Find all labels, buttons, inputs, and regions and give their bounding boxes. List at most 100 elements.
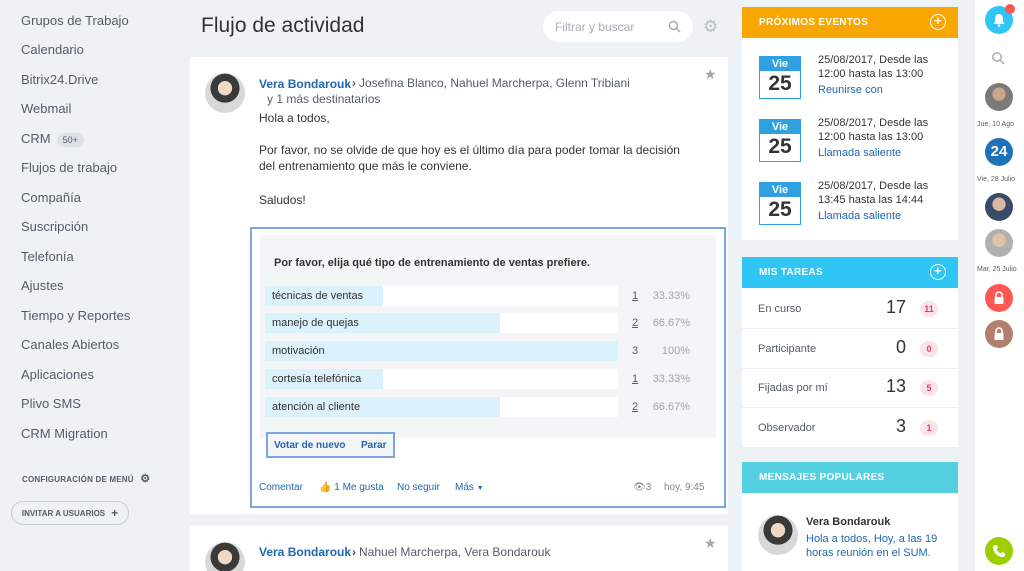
like-button[interactable]: 👍 1 Me gusta: [319, 482, 384, 493]
menu-item-webmail[interactable]: Webmail: [21, 101, 71, 116]
recipients-list: Josefina Blanco, Nahuel Marcherpa, Glenn…: [359, 76, 630, 90]
task-row[interactable]: Fijadas por mí 13 5: [742, 369, 958, 408]
task-counter-badge[interactable]: 0: [920, 340, 938, 357]
task-label: Fijadas por mí: [758, 382, 828, 394]
event-weekday: Vie: [760, 183, 800, 197]
tasks-panel: MIS TAREAS + En curso 17 11 Participante 0 0 Fi…: [742, 257, 958, 448]
poll-option-count[interactable]: 3: [632, 345, 638, 357]
post-recipients-2[interactable]: › Nahuel Marcherpa, Vera Bondarouk: [352, 545, 550, 559]
popular-header: MENSAJES POPULARES: [742, 462, 958, 493]
poll-option-count[interactable]: 2: [632, 401, 638, 413]
post-author[interactable]: Vera Bondarouk: [259, 77, 351, 91]
contact-avatar-1[interactable]: [985, 83, 1013, 111]
views-counter: 👁3: [633, 482, 651, 493]
task-count: 13: [885, 376, 906, 396]
poll-option-4[interactable]: cortesía telefónica: [265, 369, 618, 389]
popular-author[interactable]: Vera Bondarouk: [806, 516, 890, 528]
strip-date-2: Vie, 28 Julio: [977, 176, 1016, 183]
post-card: Vera Bondarouk › Josefina Blanco, Nahuel …: [190, 57, 728, 514]
comment-link[interactable]: Comentar: [259, 482, 303, 493]
menu-item-crm-migration[interactable]: CRM Migration: [21, 426, 108, 441]
popular-message[interactable]: Hola a todos, Hoy, a las 19 horas reunió…: [806, 532, 946, 560]
post-closing: Saludos!: [259, 193, 306, 207]
poll-option-1[interactable]: técnicas de ventas: [265, 286, 618, 306]
calendar-24-icon[interactable]: 24: [985, 138, 1013, 166]
contact-avatar-3[interactable]: [985, 229, 1013, 257]
poll-option-5[interactable]: atención al cliente: [265, 397, 618, 417]
event-time: 25/08/2017, Desde las 12:00 hasta las 13…: [818, 117, 929, 143]
more-label: Más: [455, 482, 474, 493]
menu-item-compania[interactable]: Compañía: [21, 190, 81, 205]
author-avatar-2[interactable]: [205, 542, 245, 571]
poll-option-count[interactable]: 1: [632, 290, 638, 302]
poll-option-2[interactable]: manejo de quejas: [265, 313, 618, 333]
poll-option-count[interactable]: 1: [632, 373, 638, 385]
post-card-2: Vera Bondarouk › Nahuel Marcherpa, Vera B…: [190, 526, 728, 571]
menu-config[interactable]: CONFIGURACIÓN DE MENÚ ⚙: [22, 472, 150, 485]
more-menu[interactable]: Más ▼: [455, 482, 484, 493]
task-counter-badge[interactable]: 1: [920, 419, 938, 436]
lock-icon[interactable]: [985, 284, 1013, 312]
stop-poll-button[interactable]: Parar: [361, 440, 387, 451]
more-recipients[interactable]: y 1 más destinatarios: [267, 92, 380, 106]
event-link[interactable]: Reunirse con: [818, 84, 883, 96]
menu-item-calendario[interactable]: Calendario: [21, 42, 84, 57]
menu-item-plivo[interactable]: Plivo SMS: [21, 396, 81, 411]
settings-gear-icon[interactable]: ⚙: [703, 17, 718, 37]
task-count: 17: [885, 297, 906, 317]
popular-author-avatar[interactable]: [758, 515, 798, 555]
strip-date-3: Mar, 25 Julio: [977, 266, 1017, 273]
search-placeholder: Filtrar y buscar: [555, 19, 635, 34]
menu-item-flujos[interactable]: Flujos de trabajo: [21, 160, 117, 175]
add-event-icon[interactable]: +: [930, 14, 946, 30]
menu-item-ajustes[interactable]: Ajustes: [21, 278, 64, 293]
strip-search-icon[interactable]: [991, 51, 1005, 70]
event-link[interactable]: Llamada saliente: [818, 210, 901, 222]
events-title: PRÓXIMOS EVENTOS: [759, 17, 869, 28]
task-label: En curso: [758, 303, 802, 315]
invite-users-button[interactable]: INVITAR A USUARIOS +: [11, 501, 129, 525]
poll-option-label: atención al cliente: [272, 401, 361, 413]
star-icon[interactable]: ★: [704, 66, 717, 83]
post-greeting: Hola a todos,: [259, 111, 330, 125]
thumbs-up-icon: 👍: [319, 482, 332, 493]
task-counter-badge[interactable]: 5: [920, 380, 938, 396]
poll-option-3[interactable]: motivación: [265, 341, 618, 361]
menu-item-drive[interactable]: Bitrix24.Drive: [21, 72, 98, 87]
phone-icon[interactable]: [985, 537, 1013, 565]
contact-avatar-2[interactable]: [985, 193, 1013, 221]
menu-item-telefonia[interactable]: Telefonía: [21, 249, 74, 264]
unfollow-link[interactable]: No seguir: [397, 482, 440, 493]
right-strip: Jue, 10 Ago 24 Vie, 28 Julio Mar, 25 Jul…: [975, 0, 1024, 571]
event-link[interactable]: Llamada saliente: [818, 147, 901, 159]
poll-actions: Votar de nuevo Parar: [266, 432, 395, 458]
menu-item-suscripcion[interactable]: Suscripción: [21, 219, 88, 234]
task-row[interactable]: En curso 17 11: [742, 290, 958, 329]
poll-option-label: motivación: [272, 345, 325, 357]
task-row[interactable]: Observador 3 1: [742, 409, 958, 448]
menu-item-tiempo[interactable]: Tiempo y Reportes: [21, 308, 130, 323]
star-icon-2[interactable]: ★: [704, 535, 717, 552]
post-recipients[interactable]: › Josefina Blanco, Nahuel Marcherpa, Glen…: [352, 76, 630, 90]
menu-item-crm[interactable]: CRM 50+: [21, 131, 84, 147]
menu-item-grupos[interactable]: Grupos de Trabajo: [21, 13, 129, 28]
vote-again-button[interactable]: Votar de nuevo: [274, 440, 346, 451]
poll-option-count[interactable]: 2: [632, 317, 638, 329]
menu-item-canales[interactable]: Canales Abiertos: [21, 337, 119, 352]
add-task-icon[interactable]: +: [930, 264, 946, 280]
notifications-icon[interactable]: [985, 4, 1015, 34]
gear-icon: ⚙: [140, 473, 151, 485]
event-calendar-icon: Vie 25: [759, 56, 801, 99]
task-counter-badge[interactable]: 11: [920, 301, 938, 317]
popular-title: MENSAJES POPULARES: [759, 472, 885, 483]
event-daynum: 25: [768, 135, 792, 158]
events-header: PRÓXIMOS EVENTOS +: [742, 7, 958, 38]
menu-item-aplicaciones[interactable]: Aplicaciones: [21, 367, 94, 382]
event-daynum: 25: [768, 72, 792, 95]
task-label: Observador: [758, 421, 816, 434]
post-author-2[interactable]: Vera Bondarouk: [259, 545, 351, 559]
author-avatar[interactable]: [205, 73, 245, 113]
search-input[interactable]: Filtrar y buscar: [543, 11, 693, 42]
lock-icon-2[interactable]: [985, 320, 1013, 348]
task-row[interactable]: Participante 0 0: [742, 330, 958, 369]
